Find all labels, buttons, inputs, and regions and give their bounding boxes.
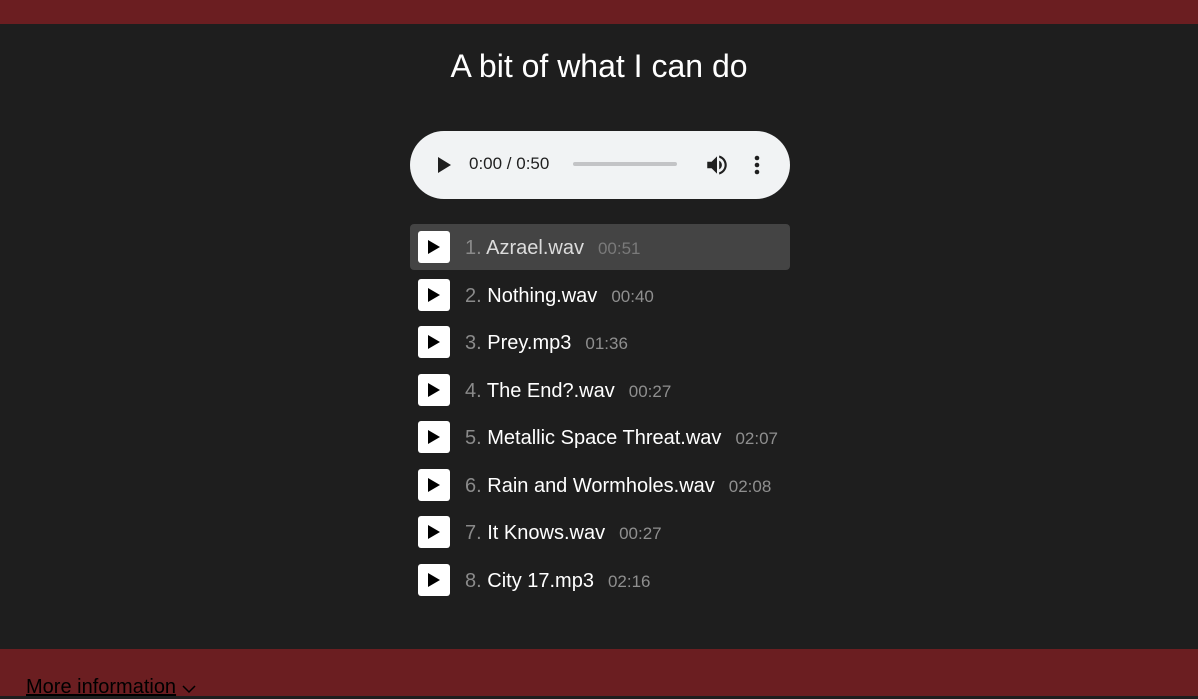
play-icon — [428, 382, 440, 397]
track-text: 4. The End?.wav 00:27 — [465, 379, 671, 404]
track-number: 5. — [465, 427, 482, 449]
track-play-button[interactable] — [418, 516, 450, 548]
track-duration: 01:36 — [585, 334, 628, 353]
page-title: A bit of what I can do — [450, 48, 748, 84]
track-text: 8. City 17.mp3 02:16 — [465, 569, 651, 594]
playlist-track[interactable]: 2. Nothing.wav 00:40 — [410, 272, 790, 320]
track-number: 6. — [465, 474, 482, 497]
track-text: 6. Rain and Wormholes.wav 02:08 — [465, 474, 771, 499]
play-icon — [428, 572, 440, 587]
track-name: City 17.mp3 — [487, 569, 594, 592]
playlist-track[interactable]: 1. Azrael.wav 00:51 — [410, 224, 790, 270]
audio-volume-button[interactable] — [704, 152, 730, 178]
track-text: 5. Metallic Space Threat.wav 02:07 — [465, 426, 778, 451]
track-play-button[interactable] — [418, 278, 450, 311]
chevron-down-icon — [182, 677, 196, 699]
more-vert-icon — [754, 155, 760, 175]
track-number: 3. — [465, 332, 482, 354]
track-text: 1. Azrael.wav 00:51 — [465, 236, 641, 261]
track-play-button[interactable] — [418, 373, 450, 406]
track-duration: 02:07 — [735, 429, 778, 448]
playlist-track[interactable]: 8. City 17.mp3 02:16 — [410, 557, 790, 605]
audio-options-button[interactable] — [746, 152, 768, 178]
track-name: Nothing.wav — [487, 284, 598, 307]
more-information-link[interactable]: More information — [26, 676, 196, 699]
track-number: 7. — [465, 522, 482, 544]
track-play-button[interactable] — [418, 563, 450, 596]
track-play-button[interactable] — [418, 231, 450, 263]
track-text: 2. Nothing.wav 00:40 — [465, 284, 654, 309]
track-name: The End?.wav — [486, 379, 615, 402]
audio-time-display: 0:00 / 0:50 — [469, 154, 550, 173]
play-icon — [428, 287, 440, 302]
playlist-track[interactable]: 5. Metallic Space Threat.wav 02:07 — [410, 414, 790, 462]
track-duration: 00:51 — [597, 239, 641, 258]
track-number: 1. — [465, 237, 482, 259]
track-duration: 00:27 — [628, 381, 672, 401]
track-number: 2. — [465, 284, 482, 307]
playlist-track[interactable]: 4. The End?.wav 00:27 — [410, 367, 790, 415]
play-icon — [438, 157, 451, 173]
track-duration: 02:08 — [728, 476, 772, 496]
play-icon — [428, 477, 440, 492]
playlist: 1. Azrael.wav 00:51 2. Nothing.wav 00:40 3. … — [410, 224, 790, 604]
track-play-button[interactable] — [418, 468, 450, 501]
audio-progress-slider[interactable] — [573, 162, 677, 166]
play-icon — [428, 240, 440, 254]
track-text: 3. Prey.mp3 01:36 — [465, 331, 628, 356]
track-name: Rain and Wormholes.wav — [487, 474, 715, 497]
track-name: Prey.mp3 — [487, 332, 572, 354]
track-duration: 00:40 — [611, 286, 654, 306]
playlist-track[interactable]: 7. It Knows.wav 00:27 — [410, 509, 790, 557]
play-icon — [428, 430, 440, 444]
track-play-button[interactable] — [418, 421, 450, 453]
track-text: 7. It Knows.wav 00:27 — [465, 521, 662, 546]
track-duration: 00:27 — [619, 524, 662, 543]
track-name: It Knows.wav — [487, 522, 606, 544]
playlist-track[interactable]: 3. Prey.mp3 01:36 — [410, 319, 790, 367]
more-information-label: More information — [26, 676, 177, 698]
track-name: Metallic Space Threat.wav — [487, 427, 722, 449]
volume-icon — [707, 155, 727, 175]
playlist-track[interactable]: 6. Rain and Wormholes.wav 02:08 — [410, 462, 790, 510]
track-duration: 02:16 — [607, 571, 651, 591]
audio-play-button[interactable] — [430, 149, 458, 181]
play-icon — [428, 335, 440, 349]
track-name: Azrael.wav — [486, 237, 584, 259]
track-number: 4. — [465, 379, 482, 402]
track-number: 8. — [465, 569, 482, 592]
track-play-button[interactable] — [418, 326, 450, 358]
top-accent-bar — [0, 0, 1198, 24]
play-icon — [428, 525, 440, 539]
